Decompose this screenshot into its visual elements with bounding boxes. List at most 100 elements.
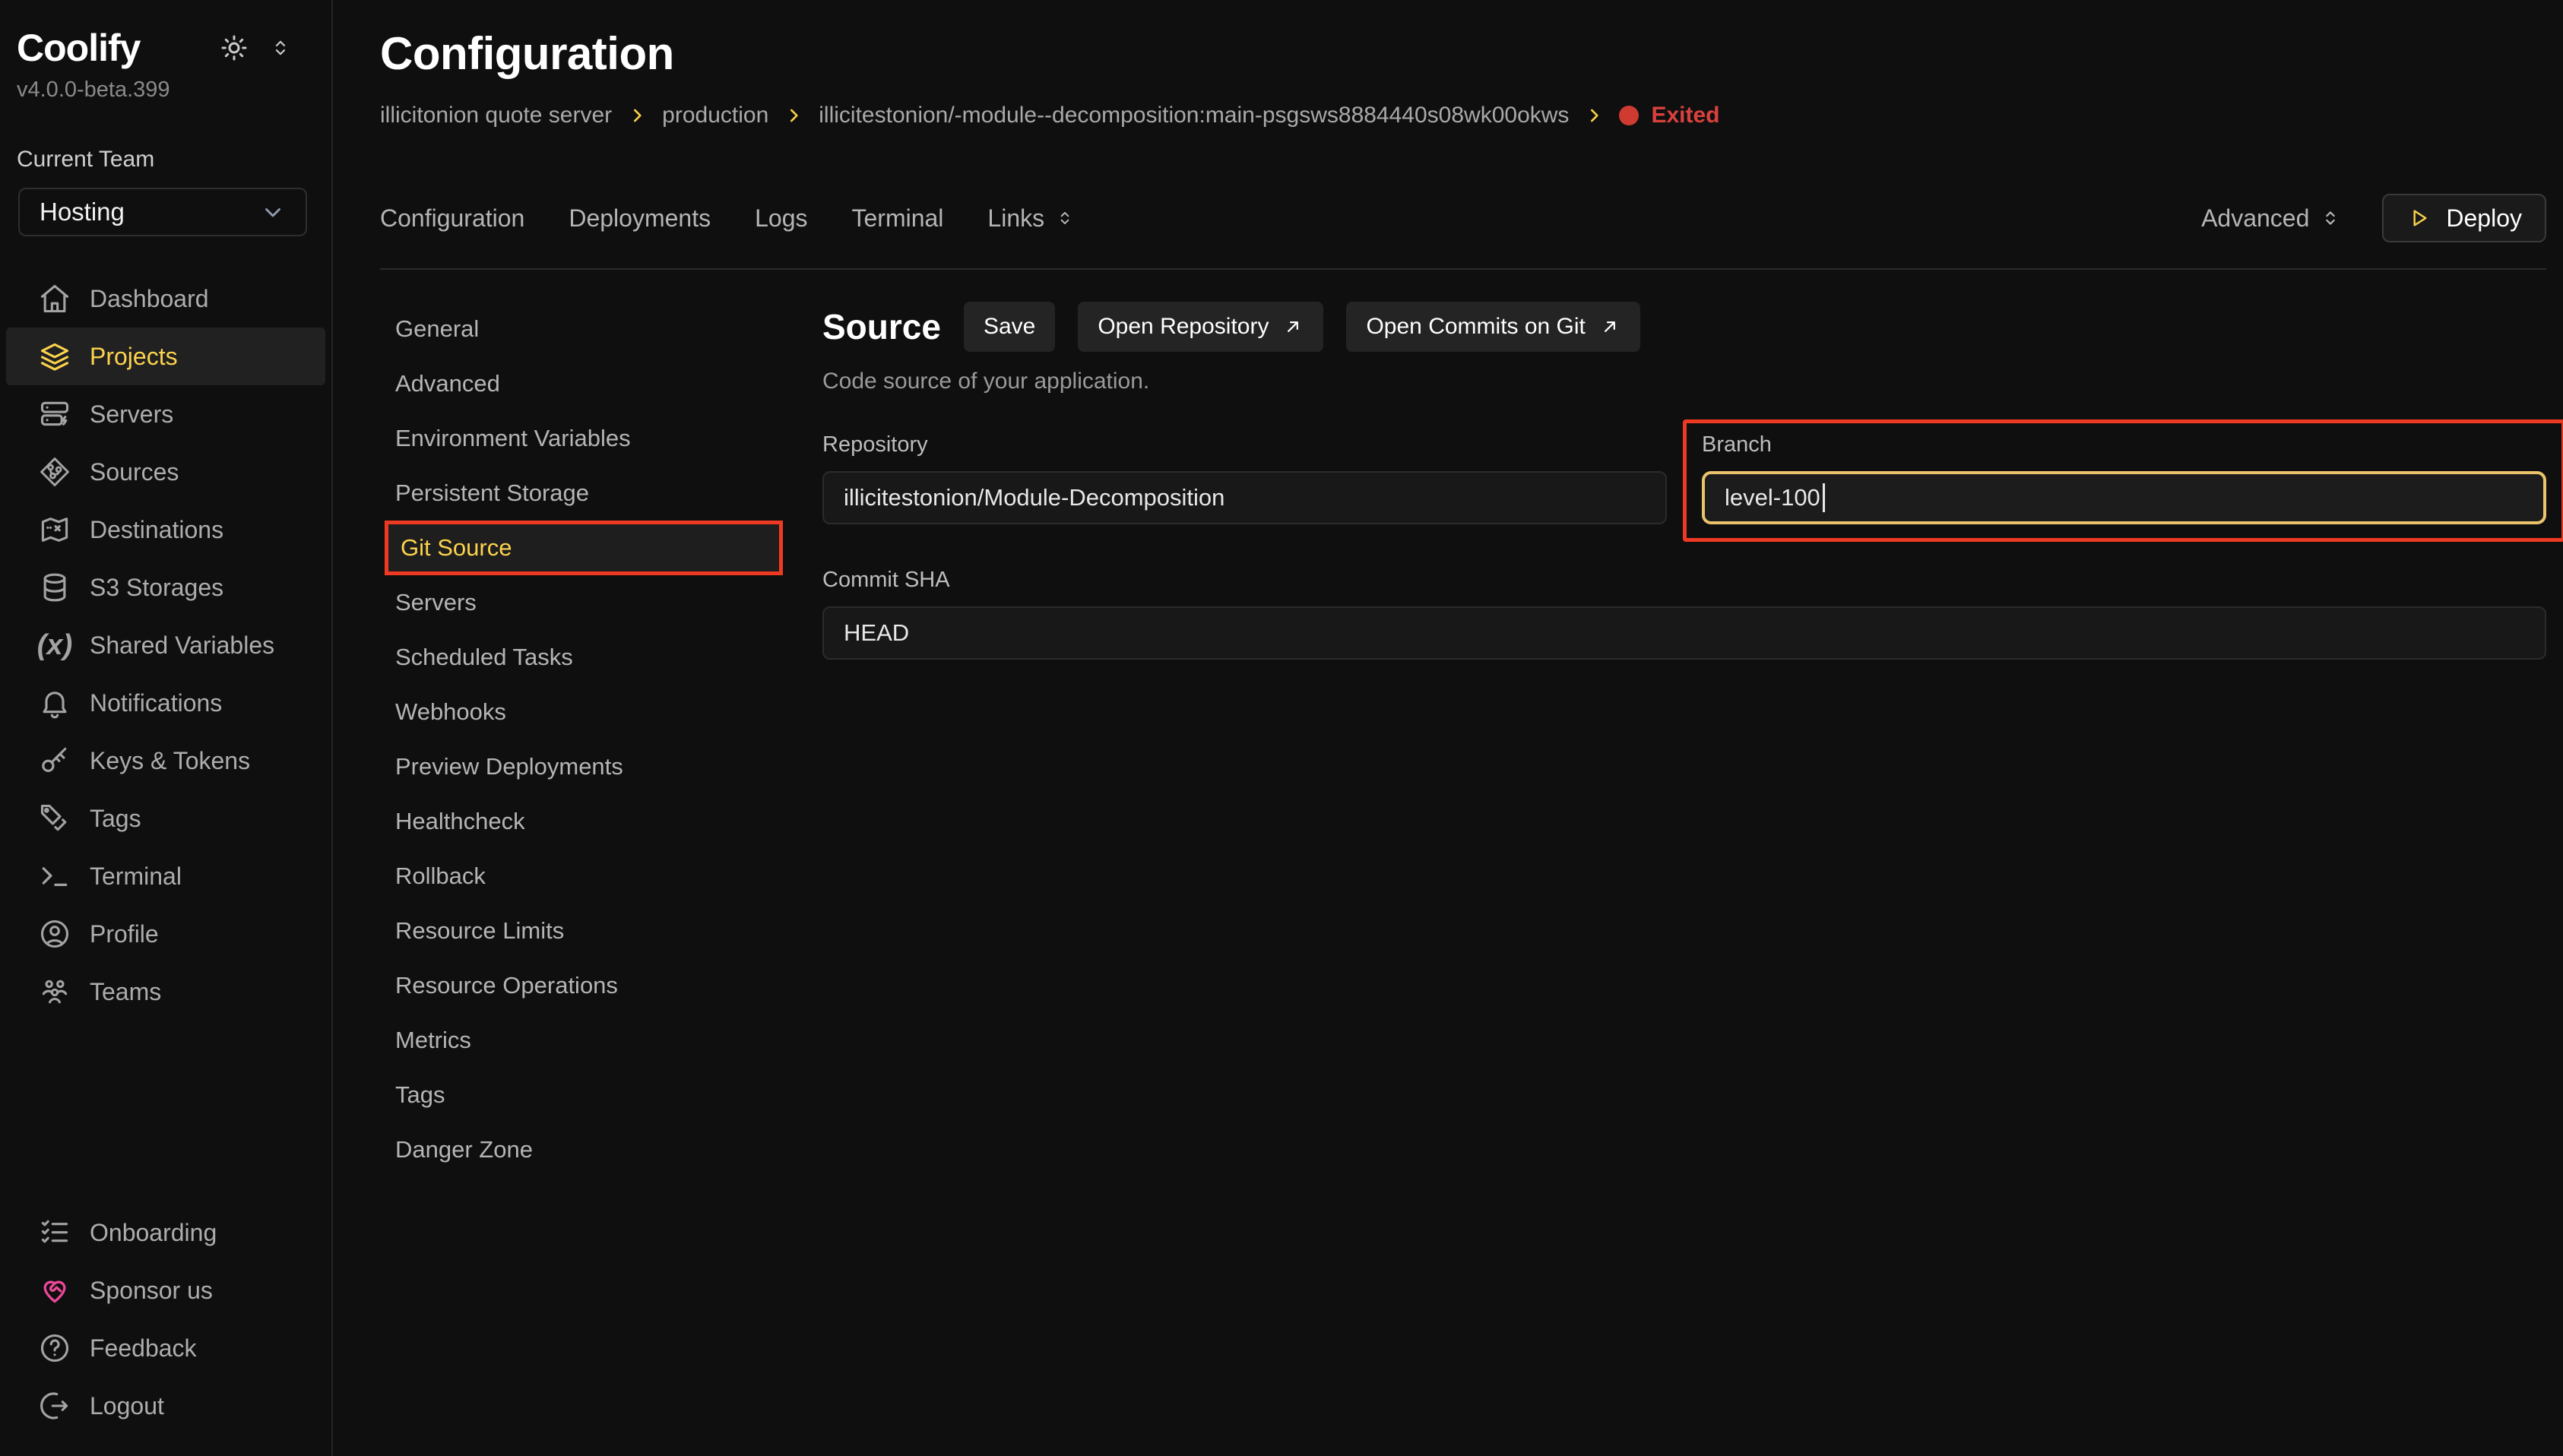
subnav-item-preview-deployments[interactable]: Preview Deployments: [380, 739, 783, 794]
deploy-button[interactable]: Deploy: [2382, 194, 2546, 242]
subnav-item-general[interactable]: General: [380, 302, 783, 356]
sidebar-item-sources[interactable]: Sources: [6, 443, 325, 501]
layers-icon: [38, 340, 71, 373]
git-source-annotation-box: Git Source: [385, 521, 783, 575]
sidebar-item-label: Onboarding: [90, 1219, 217, 1247]
sidebar-item-feedback[interactable]: Feedback: [6, 1319, 325, 1377]
sidebar-item-label: Notifications: [90, 689, 222, 717]
breadcrumb-project[interactable]: illicitonion quote server: [380, 103, 612, 128]
key-icon: [38, 744, 71, 777]
sidebar-item-s3-storages[interactable]: S3 Storages: [6, 559, 325, 616]
subnav-item-servers[interactable]: Servers: [380, 575, 783, 630]
subnav-item-metrics[interactable]: Metrics: [380, 1013, 783, 1068]
subnav-item-healthcheck[interactable]: Healthcheck: [380, 794, 783, 849]
variable-icon: (x): [38, 628, 71, 662]
tabbar: Configuration Deployments Logs Terminal …: [380, 194, 2546, 270]
open-repository-button[interactable]: Open Repository: [1078, 302, 1323, 352]
tab-terminal[interactable]: Terminal: [851, 204, 943, 233]
tab-configuration[interactable]: Configuration: [380, 204, 524, 233]
sidebar-item-notifications[interactable]: Notifications: [6, 674, 325, 732]
open-commits-button[interactable]: Open Commits on Git: [1346, 302, 1639, 352]
sidebar-item-terminal[interactable]: Terminal: [6, 847, 325, 905]
sidebar-item-shared-variables[interactable]: (x) Shared Variables: [6, 616, 325, 674]
content-row: General Advanced Environment Variables P…: [380, 270, 2546, 1177]
commit-sha-field-group: Commit SHA HEAD: [822, 568, 2546, 660]
team-select-value: Hosting: [40, 198, 125, 226]
settings-subnav: General Advanced Environment Variables P…: [380, 270, 783, 1177]
subnav-item-environment-variables[interactable]: Environment Variables: [380, 411, 783, 466]
sidebar-item-teams[interactable]: Teams: [6, 963, 325, 1021]
sidebar-item-keys-tokens[interactable]: Keys & Tokens: [6, 732, 325, 790]
sidebar-item-onboarding[interactable]: Onboarding: [6, 1204, 325, 1261]
sidebar-item-sponsor-us[interactable]: Sponsor us: [6, 1261, 325, 1319]
repository-input[interactable]: illicitestonion/Module-Decomposition: [822, 471, 1667, 524]
repository-label: Repository: [822, 432, 1667, 457]
subnav-item-tags[interactable]: Tags: [380, 1068, 783, 1122]
sidebar-item-label: Teams: [90, 978, 161, 1006]
commit-sha-input[interactable]: HEAD: [822, 606, 2546, 660]
sidebar-item-label: Shared Variables: [90, 631, 274, 660]
sidebar-item-label: S3 Storages: [90, 574, 223, 602]
subnav-item-resource-operations[interactable]: Resource Operations: [380, 958, 783, 1013]
sidebar-item-projects[interactable]: Projects: [6, 328, 325, 385]
chevron-right-icon: [627, 106, 647, 125]
commit-sha-label: Commit SHA: [822, 568, 2546, 593]
terminal-icon: [38, 859, 71, 893]
tabbar-actions: Advanced Deploy: [2201, 194, 2546, 242]
status-text: Exited: [1651, 103, 1719, 128]
sidebar-item-destinations[interactable]: Destinations: [6, 501, 325, 559]
subnav-item-resource-limits[interactable]: Resource Limits: [380, 904, 783, 958]
chevron-updown-icon: [1055, 208, 1075, 228]
source-heading-row: Source Save Open Repository Open Commits…: [822, 302, 2546, 352]
sidebar-item-label: Destinations: [90, 516, 223, 544]
bell-icon: [38, 686, 71, 720]
sidebar-item-logout[interactable]: Logout: [6, 1377, 325, 1435]
tab-deployments[interactable]: Deployments: [569, 204, 711, 233]
sidebar-nav: Dashboard Projects Servers: [0, 270, 331, 1021]
sidebar-item-tags[interactable]: Tags: [6, 790, 325, 847]
branch-field-cell: Branch level-100: [1702, 432, 2546, 542]
external-link-icon: [1282, 316, 1304, 337]
sidebar-item-profile[interactable]: Profile: [6, 905, 325, 963]
tabs: Configuration Deployments Logs Terminal …: [380, 204, 1075, 233]
advanced-dropdown[interactable]: Advanced: [2201, 204, 2341, 233]
chevron-right-icon: [1584, 106, 1604, 125]
branch-annotation-box: Branch level-100: [1683, 419, 2563, 542]
sidebar-item-label: Sponsor us: [90, 1277, 213, 1305]
deploy-label: Deploy: [2446, 204, 2522, 233]
tab-links[interactable]: Links: [987, 204, 1075, 233]
sidebar-item-dashboard[interactable]: Dashboard: [6, 270, 325, 328]
chevron-updown-icon[interactable]: [269, 36, 292, 59]
sidebar-item-label: Logout: [90, 1392, 164, 1420]
subnav-item-persistent-storage[interactable]: Persistent Storage: [380, 466, 783, 521]
status-dot-icon: [1619, 106, 1639, 125]
sidebar-item-label: Projects: [90, 343, 178, 371]
subnav-item-git-source[interactable]: Git Source: [388, 524, 779, 571]
current-team-label: Current Team: [0, 147, 331, 173]
sidebar-item-label: Feedback: [90, 1334, 197, 1363]
app-version: v4.0.0-beta.399: [0, 78, 331, 103]
sidebar-item-servers[interactable]: Servers: [6, 385, 325, 443]
breadcrumb-application[interactable]: illicitestonion/-module--decomposition:m…: [819, 103, 1569, 128]
map-icon: [38, 513, 71, 546]
user-icon: [38, 917, 71, 951]
play-icon: [2406, 206, 2431, 230]
sun-icon[interactable]: [219, 33, 249, 63]
save-button[interactable]: Save: [964, 302, 1055, 352]
page-title: Configuration: [380, 27, 2546, 80]
git-source-icon: [38, 455, 71, 489]
subnav-item-webhooks[interactable]: Webhooks: [380, 685, 783, 739]
app-logo: Coolify: [17, 26, 140, 70]
tab-logs[interactable]: Logs: [755, 204, 807, 233]
subnav-item-scheduled-tasks[interactable]: Scheduled Tasks: [380, 630, 783, 685]
sidebar-footer: Onboarding Sponsor us Feedback Logout: [0, 1204, 331, 1435]
breadcrumb-environment[interactable]: production: [662, 103, 768, 128]
subnav-item-danger-zone[interactable]: Danger Zone: [380, 1122, 783, 1177]
team-select[interactable]: Hosting: [18, 188, 307, 236]
main-content: Configuration illicitonion quote server …: [333, 0, 2563, 1456]
branch-input[interactable]: level-100: [1702, 471, 2546, 524]
subnav-item-rollback[interactable]: Rollback: [380, 849, 783, 904]
sidebar-item-label: Dashboard: [90, 285, 209, 313]
source-fields: Repository illicitestonion/Module-Decomp…: [822, 432, 2546, 660]
subnav-item-advanced[interactable]: Advanced: [380, 356, 783, 411]
